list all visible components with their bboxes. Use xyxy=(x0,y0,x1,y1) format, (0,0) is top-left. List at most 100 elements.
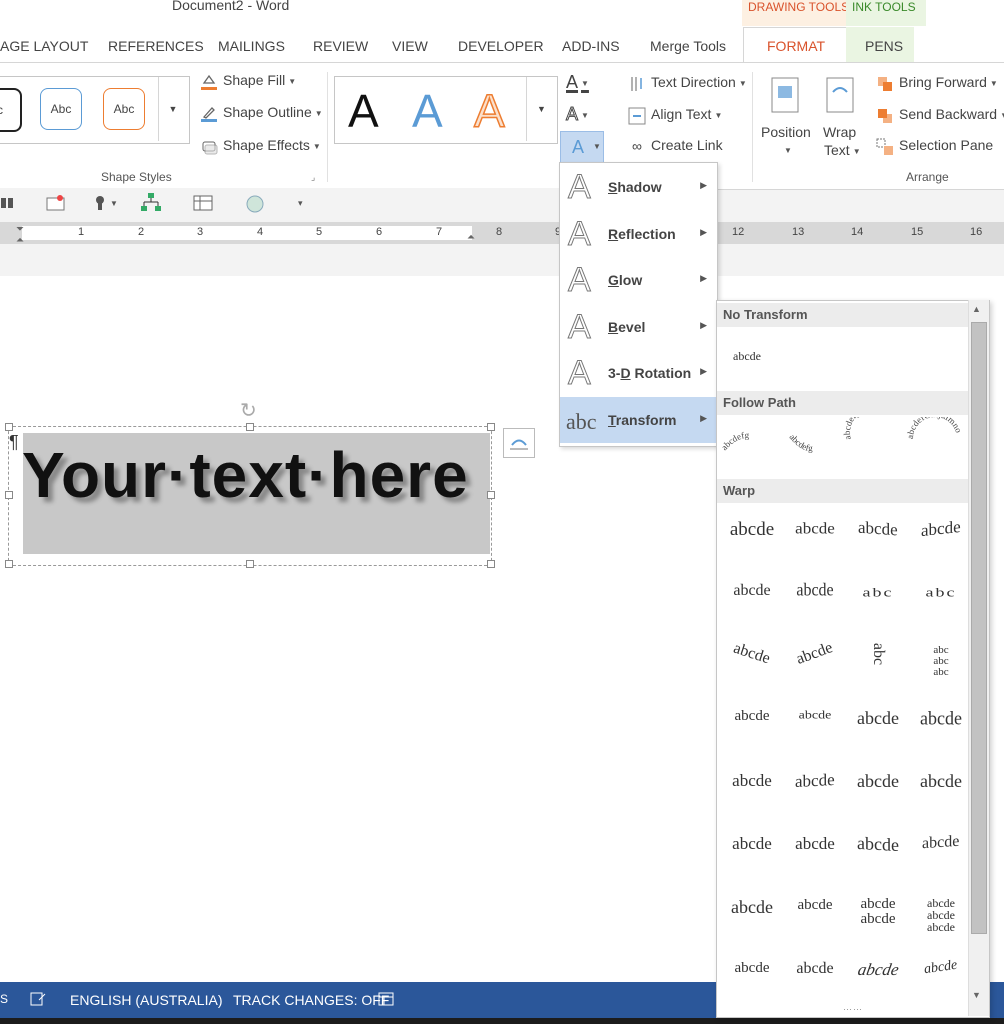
tab-view[interactable]: VIEW xyxy=(392,38,428,54)
warp-option[interactable]: abcde xyxy=(786,885,844,935)
scrollbar-thumb[interactable] xyxy=(971,322,987,934)
shape-style-thumb[interactable]: c xyxy=(0,88,22,132)
indent-marker-icon[interactable]: ⏷ xyxy=(16,224,24,235)
resize-handle[interactable] xyxy=(5,423,13,431)
circle-shape-icon[interactable] xyxy=(246,195,264,213)
warp-option[interactable]: abc abc abc xyxy=(912,633,970,683)
tab-page-layout[interactable]: AGE LAYOUT xyxy=(0,38,88,54)
warp-option[interactable]: abcde abcde abcde xyxy=(912,885,970,935)
warp-option[interactable]: abcde xyxy=(912,507,970,557)
menu-item-3d-rotation[interactable]: A 3-D Rotation ▶ xyxy=(560,350,717,396)
text-effects-button[interactable]: A ▼ xyxy=(560,131,604,163)
warp-option[interactable]: abc xyxy=(849,633,907,683)
menu-item-bevel[interactable]: A Bevel ▶ xyxy=(560,304,717,350)
warp-option[interactable]: abc xyxy=(912,570,970,620)
warp-option[interactable]: abcde xyxy=(723,759,781,809)
wordart-text[interactable]: Your·text·here xyxy=(22,438,469,512)
tab-mailings[interactable]: MAILINGS xyxy=(218,38,285,54)
shape-styles-more-button[interactable]: ▼ xyxy=(158,77,187,141)
align-text-button[interactable]: Align Text ▼ xyxy=(628,106,722,125)
shape-style-thumb[interactable]: Abc xyxy=(40,88,82,130)
warp-option[interactable]: abcde xyxy=(912,822,970,872)
selection-pane-button[interactable]: Selection Pane xyxy=(876,137,993,156)
warp-option[interactable]: abcde xyxy=(912,696,970,746)
resize-handle[interactable] xyxy=(487,423,495,431)
wordart-style-orange-outline[interactable]: A xyxy=(473,84,505,138)
text-fill-button[interactable]: A ▼ xyxy=(566,72,589,93)
resize-handle[interactable] xyxy=(246,423,254,431)
create-link-button[interactable]: ∞ Create Link xyxy=(628,137,723,154)
rotate-handle-icon[interactable]: ↻ xyxy=(240,398,257,423)
menu-item-shadow[interactable]: A Shadow ▶ xyxy=(560,164,717,210)
touch-mode-icon[interactable]: ▼ xyxy=(92,194,120,212)
warp-option[interactable]: abcde xyxy=(849,948,907,998)
warp-option[interactable]: abcde xyxy=(786,570,844,620)
tab-merge-tools[interactable]: Merge Tools xyxy=(650,38,726,54)
text-direction-button[interactable]: Text Direction ▼ xyxy=(628,74,747,92)
resize-handle[interactable] xyxy=(487,560,495,568)
table-icon[interactable] xyxy=(193,194,213,212)
menu-item-glow[interactable]: A Glow ▶ xyxy=(560,257,717,303)
warp-option[interactable]: abcde xyxy=(786,633,844,683)
transform-none[interactable]: abcde xyxy=(733,349,761,364)
warp-option[interactable]: abcde xyxy=(723,633,781,683)
wordart-style-blue[interactable]: A xyxy=(412,84,443,138)
resize-handle[interactable] xyxy=(5,491,13,499)
binoculars-icon[interactable] xyxy=(0,194,14,212)
envelope-icon[interactable] xyxy=(46,194,66,212)
language-indicator[interactable]: ENGLISH (AUSTRALIA) xyxy=(70,992,222,1008)
text-outline-button[interactable]: A ▼ xyxy=(566,104,589,125)
warp-option[interactable]: abcde xyxy=(786,507,844,557)
warp-option[interactable]: abcde xyxy=(912,948,970,998)
tab-developer[interactable]: DEVELOPER xyxy=(458,38,544,54)
warp-option[interactable]: abcde xyxy=(849,822,907,872)
warp-option[interactable]: abcde abcde xyxy=(849,885,907,935)
tab-references[interactable]: REFERENCES xyxy=(108,38,204,54)
tab-add-ins[interactable]: ADD-INS xyxy=(562,38,620,54)
bring-forward-button[interactable]: Bring Forward ▼ xyxy=(876,74,998,92)
wrap-text-line2[interactable]: Text ▼ xyxy=(824,142,861,158)
menu-item-transform[interactable]: abc Transform ▶ xyxy=(560,397,717,443)
org-chart-icon[interactable] xyxy=(140,192,162,214)
warp-option[interactable]: abcde xyxy=(786,822,844,872)
right-indent-marker-icon[interactable]: ⏶ xyxy=(467,232,475,243)
shape-fill-button[interactable]: Shape Fill ▼ xyxy=(200,72,296,91)
wordart-more-button[interactable]: ▼ xyxy=(526,77,556,141)
resize-grip-icon[interactable]: ⋯⋯ xyxy=(843,1004,863,1015)
menu-item-reflection[interactable]: A Reflection ▶ xyxy=(560,211,717,257)
shape-style-thumb[interactable]: Abc xyxy=(103,88,145,130)
warp-option[interactable]: abcde xyxy=(786,696,844,746)
warp-option[interactable]: abcde xyxy=(849,696,907,746)
warp-option[interactable]: abcde xyxy=(723,507,781,557)
tab-format[interactable]: FORMAT xyxy=(767,38,825,54)
warp-option[interactable]: abcde xyxy=(849,507,907,557)
warp-option[interactable]: abcde xyxy=(723,822,781,872)
position-button[interactable]: Position xyxy=(761,124,811,140)
resize-handle[interactable] xyxy=(5,560,13,568)
warp-option[interactable]: abcde xyxy=(723,570,781,620)
dialog-launcher-icon[interactable]: ⌟ xyxy=(311,172,315,183)
macro-icon[interactable] xyxy=(378,991,394,1007)
tab-pens[interactable]: PENS xyxy=(865,38,903,54)
resize-handle[interactable] xyxy=(487,491,495,499)
shape-effects-button[interactable]: Shape Effects ▼ xyxy=(200,137,321,155)
wrap-text-button[interactable]: Wrap xyxy=(823,124,856,140)
shape-outline-button[interactable]: Shape Outline ▼ xyxy=(200,104,323,123)
tab-review[interactable]: REVIEW xyxy=(313,38,368,54)
warp-option[interactable]: abcde xyxy=(723,696,781,746)
proofing-icon[interactable] xyxy=(30,991,46,1007)
warp-option[interactable]: abcde xyxy=(723,885,781,935)
scroll-down-icon[interactable]: ▼ xyxy=(972,990,981,1000)
send-backward-button[interactable]: Send Backward▼ xyxy=(876,106,1004,124)
track-changes-indicator[interactable]: TRACK CHANGES: OFF xyxy=(233,992,389,1008)
scroll-up-icon[interactable]: ▲ xyxy=(972,304,981,314)
warp-option[interactable]: abcde xyxy=(786,759,844,809)
warp-option[interactable]: abcde xyxy=(912,759,970,809)
wordart-style-black[interactable]: A xyxy=(348,84,379,138)
warp-option[interactable]: abcde xyxy=(849,759,907,809)
resize-handle[interactable] xyxy=(246,560,254,568)
layout-options-button[interactable] xyxy=(503,428,535,458)
warp-option[interactable]: abcde xyxy=(723,948,781,998)
customize-toolbar-icon[interactable]: ▾ xyxy=(298,198,303,209)
warp-option[interactable]: abc xyxy=(849,570,907,620)
